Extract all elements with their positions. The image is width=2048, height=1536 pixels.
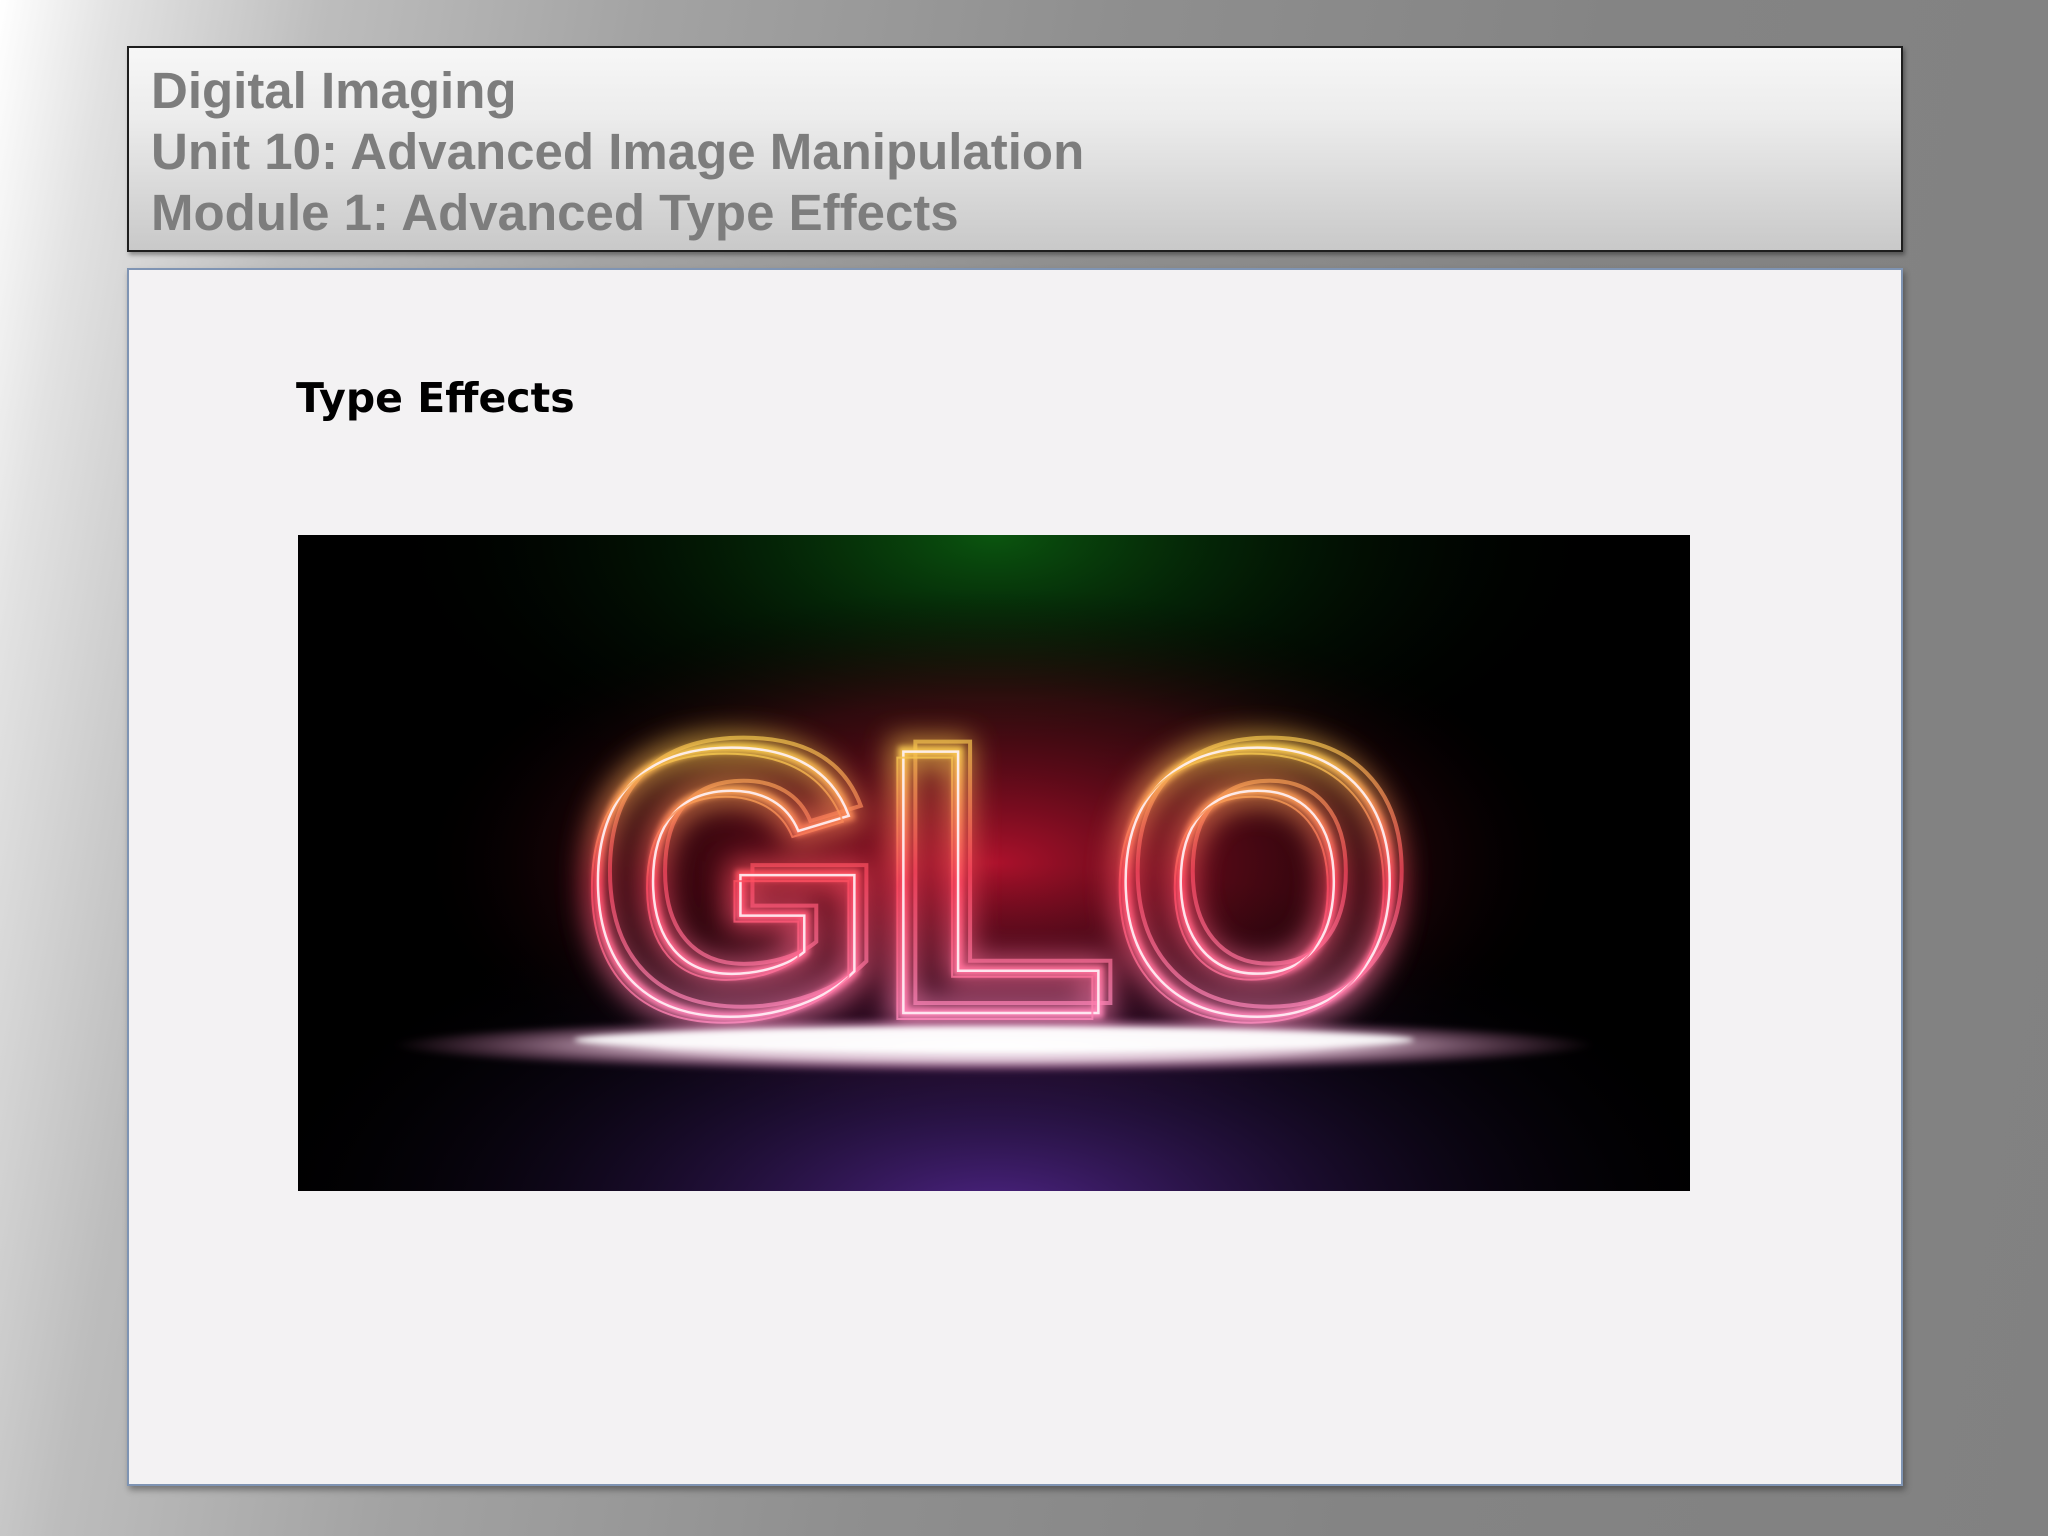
content-panel: Type Effects GLO GLO GLO GLO GLO [127, 268, 1903, 1486]
course-title: Digital Imaging [151, 62, 517, 119]
glow-text-image: GLO GLO GLO GLO GLO [298, 535, 1690, 1191]
section-heading: Type Effects [296, 374, 575, 422]
module-title: Module 1: Advanced Type Effects [151, 184, 959, 241]
title-box: Digital Imaging Unit 10: Advanced Image … [127, 46, 1903, 252]
unit-title: Unit 10: Advanced Image Manipulation [151, 123, 1085, 180]
floor-core [574, 1028, 1414, 1052]
